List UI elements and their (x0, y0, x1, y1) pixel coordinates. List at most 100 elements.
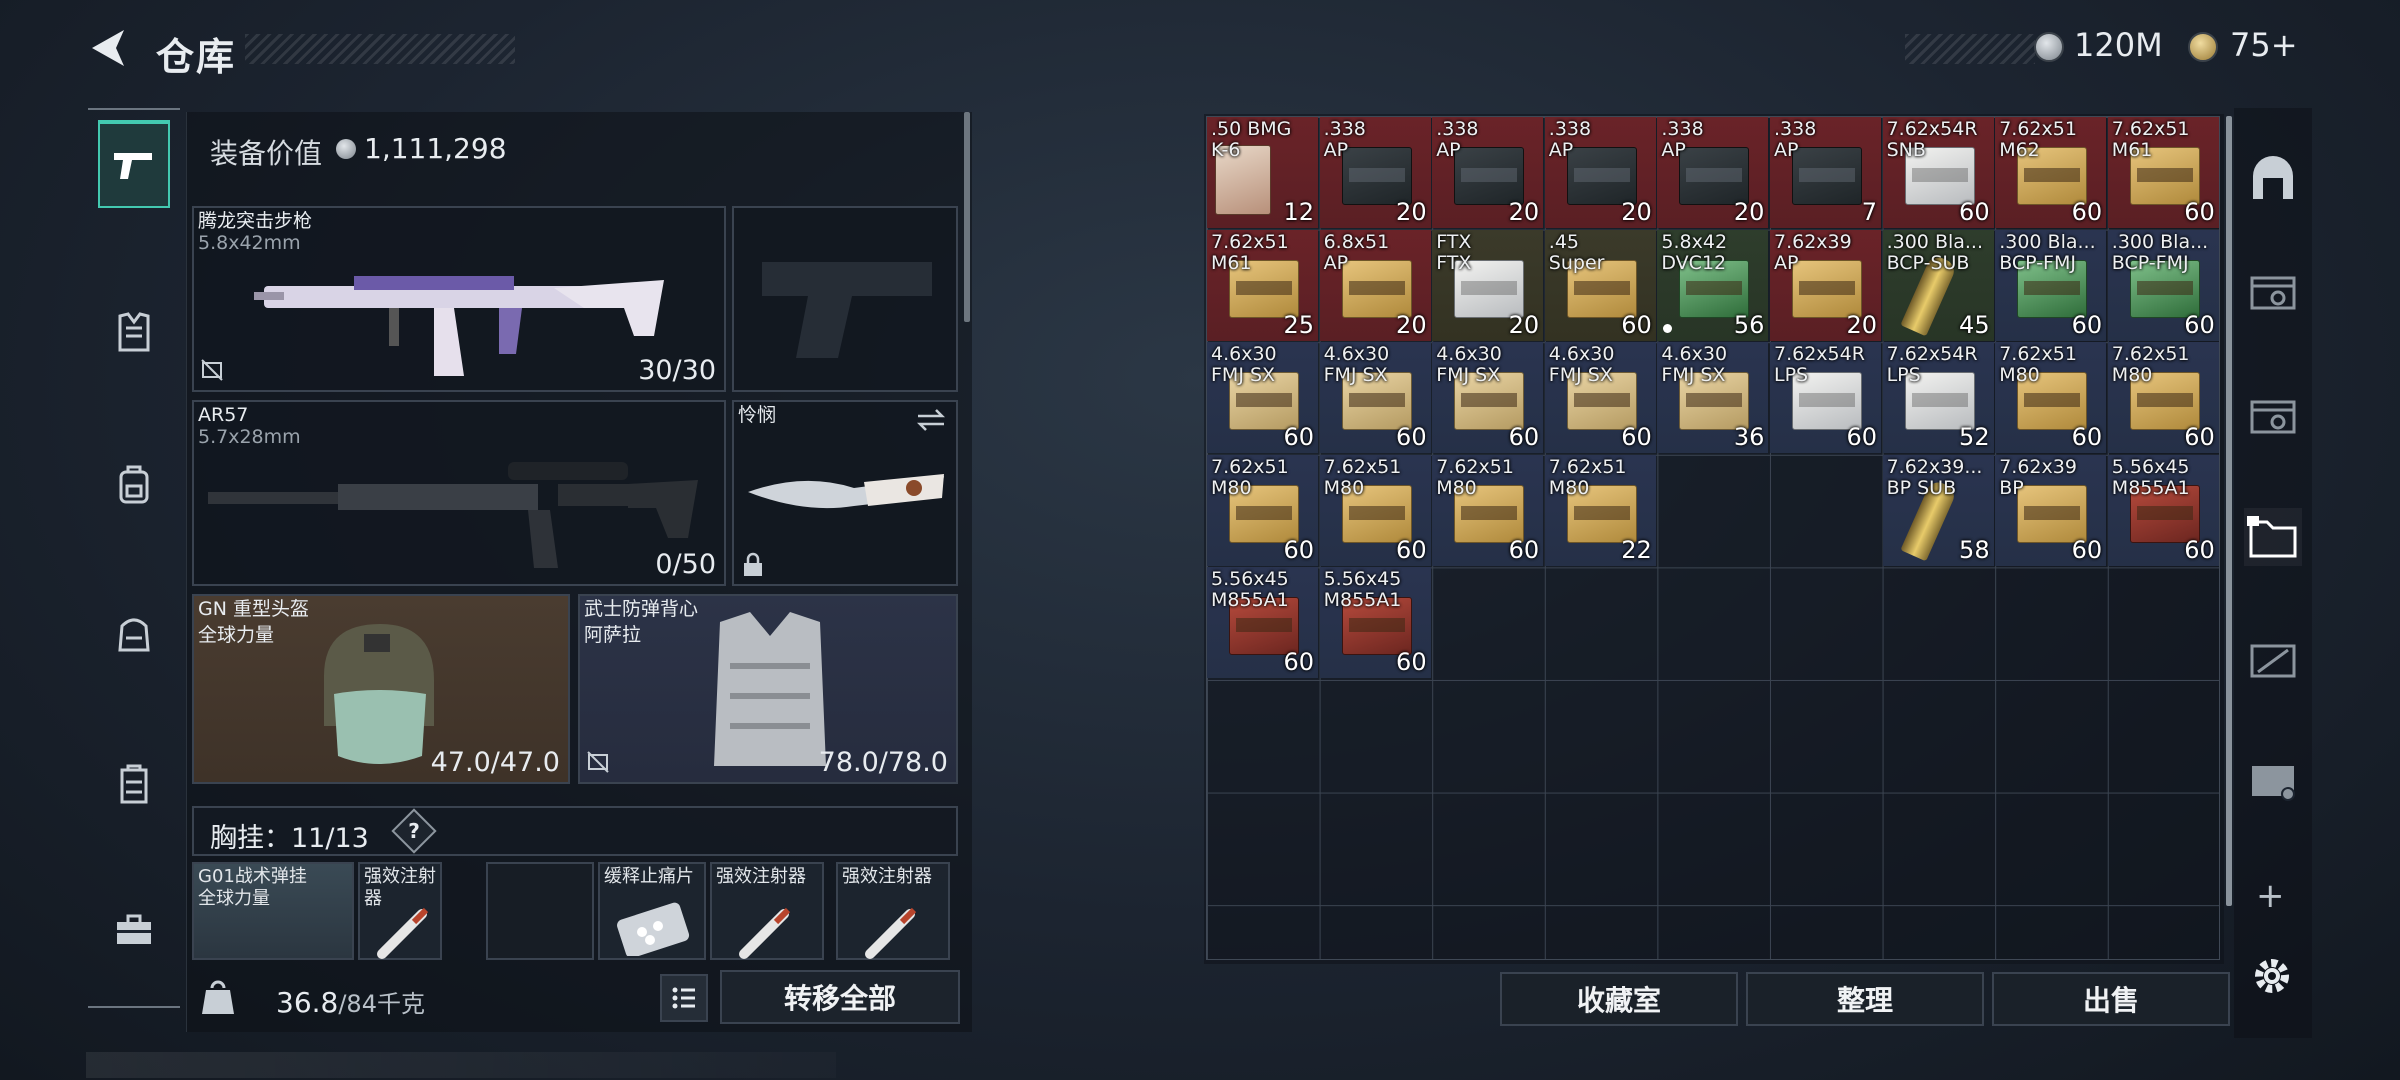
storage-tab-2[interactable] (2244, 386, 2302, 444)
sidebar-tab-weapons[interactable] (98, 120, 170, 208)
sidebar-tab-rig[interactable] (98, 740, 170, 828)
inventory-item-ammo[interactable]: 7.62x39 BP 60 (1995, 454, 2107, 566)
body-armor-slot[interactable]: 武士防弹背心 阿萨拉 78.0/78.0 (578, 594, 958, 784)
inventory-item-ammo[interactable]: .300 Bla... BCP-FMJ 60 (2107, 229, 2219, 341)
inventory-item-ammo[interactable]: .45 Super 60 (1544, 229, 1656, 341)
inventory-item-ammo[interactable]: 7.62x51 M61 25 (1207, 229, 1318, 341)
add-storage-button[interactable]: + (2256, 876, 2285, 916)
inventory-item-ammo[interactable]: .338 AP 20 (1319, 117, 1431, 228)
list-view-button[interactable] (660, 974, 708, 1022)
inventory-item-ammo[interactable]: .338 AP 20 (1544, 117, 1656, 228)
ammo-caliber: 7.62x54R (1774, 343, 1865, 366)
ammo-type: BCP-SUB (1886, 251, 1970, 274)
inventory-item-ammo[interactable]: 7.62x54R LPS 52 (1882, 342, 1994, 454)
inventory-item-ammo[interactable]: 4.6x30 FMJ SX 60 (1544, 342, 1656, 454)
inventory-item-ammo[interactable]: 6.8x51 AP 20 (1319, 229, 1431, 341)
chest-rig-item-slot[interactable]: 强效注射器 (836, 862, 950, 960)
ammo-name: .300 Bla... BCP-FMJ (1999, 231, 2095, 274)
weapon-name: 腾龙突击步枪 (198, 210, 313, 232)
ammo-caliber: 7.62x39... (1886, 455, 1983, 478)
ammo-box-label-stripe (1911, 393, 1968, 408)
inventory-item-ammo[interactable]: .50 BMG K-6 12 (1207, 117, 1318, 228)
currency-decoration (1905, 34, 2035, 64)
storage-tab-overview[interactable] (2244, 150, 2302, 208)
inventory-item-ammo[interactable]: 7.62x54R SNB 60 (1882, 117, 1994, 228)
collection-room-button[interactable]: 收藏室 (1500, 972, 1738, 1026)
inventory-item-ammo[interactable]: 4.6x30 FMJ SX 36 (1657, 342, 1769, 454)
inventory-item-ammo[interactable]: 5.8x42 DVC12 56 (1657, 229, 1769, 341)
ammo-name: .50 BMG K-6 (1211, 119, 1291, 161)
item-faction: 全球力量 (198, 888, 270, 909)
ammo-name: 5.56x45 M855A1 (1324, 569, 1402, 611)
inventory-item-ammo[interactable]: 7.62x51 M80 60 (1432, 454, 1544, 566)
sidebar-tab-backpack[interactable] (98, 440, 170, 528)
chest-rig-item-slot[interactable]: 强效注射器 (358, 862, 442, 960)
ammo-box-label-stripe (1236, 618, 1292, 633)
chest-rig-item-slot[interactable]: 缓释止痛片 (598, 862, 706, 960)
primary-weapon-slot[interactable]: 腾龙突击步枪 5.8x42mm 30/30 (192, 206, 726, 392)
equipment-scrollbar[interactable] (964, 112, 970, 322)
sidebar-tab-bag[interactable] (98, 588, 170, 676)
help-label: ? (408, 819, 420, 843)
ammo-box-label-stripe (1799, 393, 1855, 408)
ammo-name: FTX FTX (1436, 231, 1471, 274)
storage-tab-3-active[interactable] (2244, 508, 2302, 566)
ammo-box-label-stripe (1461, 393, 1518, 408)
back-arrow-icon[interactable] (84, 26, 136, 70)
inventory-item-ammo[interactable]: 7.62x51 M80 60 (1995, 342, 2107, 454)
inventory-item-ammo[interactable]: .338 AP 20 (1657, 117, 1769, 228)
inventory-item-ammo[interactable]: 7.62x51 M62 60 (1995, 117, 2107, 228)
inventory-item-ammo[interactable]: .338 AP 7 (1770, 117, 1881, 228)
inventory-item-ammo[interactable]: 7.62x39 AP 20 (1770, 229, 1881, 341)
ammo-caliber: .338 (1661, 118, 1704, 140)
ammo-name: 7.62x54R SNB (1887, 119, 1978, 161)
inventory-item-ammo[interactable]: 7.62x39... BP SUB 58 (1882, 454, 1994, 566)
inventory-item-ammo[interactable]: 7.62x51 M80 60 (2107, 342, 2219, 454)
inventory-item-ammo[interactable]: 4.6x30 FMJ SX 60 (1432, 342, 1544, 454)
ammo-box-label-stripe (1236, 393, 1292, 408)
ammo-box-label-stripe (1799, 280, 1855, 295)
inventory-item-ammo[interactable]: 7.62x51 M80 22 (1544, 454, 1656, 566)
storage-tab-4[interactable] (2244, 630, 2302, 688)
inventory-item-ammo[interactable]: .300 Bla... BCP-SUB 45 (1882, 229, 1994, 341)
inventory-item-ammo[interactable]: 5.56x45 M855A1 60 (1319, 567, 1431, 679)
inventory-item-ammo[interactable]: 4.6x30 FMJ SX 60 (1207, 342, 1318, 454)
ammo-type: AP (1548, 139, 1574, 161)
sell-button[interactable]: 出售 (1992, 972, 2230, 1026)
inventory-item-ammo[interactable]: 5.56x45 M855A1 60 (2107, 454, 2219, 566)
inventory-item-ammo[interactable]: 7.62x51 M80 60 (1319, 454, 1431, 566)
ammo-type: LPS (1774, 364, 1809, 387)
ammo-name: 7.62x51 M80 (1549, 456, 1627, 499)
inventory-item-ammo[interactable]: 5.56x45 M855A1 60 (1207, 567, 1318, 679)
ammo-quantity: 60 (1283, 648, 1314, 677)
sort-button[interactable]: 整理 (1746, 972, 1984, 1026)
helmet-slot[interactable]: GN 重型头盔 全球力量 47.0/47.0 (192, 594, 570, 784)
melee-slot[interactable]: 怜悯 (732, 400, 958, 586)
chest-rig-item-slot[interactable]: 强效注射器 (710, 862, 824, 960)
inventory-item-ammo[interactable]: .300 Bla... BCP-FMJ 60 (1995, 229, 2107, 341)
gold-currency-amount[interactable]: 75+ (2230, 26, 2298, 64)
inventory-item-ammo[interactable]: 7.62x51 M80 60 (1207, 454, 1318, 566)
transfer-all-button[interactable]: 转移全部 (720, 970, 960, 1024)
inventory-item-ammo[interactable]: 4.6x30 FMJ SX 60 (1319, 342, 1431, 454)
inventory-item-ammo[interactable]: FTX FTX 20 (1432, 229, 1544, 341)
secondary-weapon-slot[interactable]: AR57 5.7x28mm 0/50 (192, 400, 726, 586)
ammo-caliber: .338 (1774, 118, 1817, 140)
sidebar-tab-armor[interactable] (98, 288, 170, 376)
chest-rig-item-slot[interactable] (486, 862, 594, 960)
inventory-item-ammo[interactable]: 7.62x54R LPS 60 (1770, 342, 1881, 454)
storage-tab-1[interactable] (2244, 262, 2302, 320)
gear-icon[interactable] (2250, 954, 2294, 998)
swap-icon[interactable] (916, 408, 946, 432)
storage-tab-5[interactable] (2244, 750, 2302, 808)
sidearm-slot-empty[interactable] (732, 206, 958, 392)
sidebar-tab-toolbox[interactable] (98, 886, 170, 974)
inventory-scrollbar[interactable] (2226, 116, 2232, 906)
ammo-name: 7.62x51 M61 (2112, 119, 2190, 161)
ammo-type: M855A1 (1323, 589, 1402, 612)
ammo-box-label-stripe (2136, 168, 2193, 182)
chest-rig-item-slot[interactable]: G01战术弹挂 全球力量 (192, 862, 354, 960)
ammo-name: .338 AP (1774, 119, 1816, 161)
inventory-item-ammo[interactable]: 7.62x51 M61 60 (2107, 117, 2219, 228)
inventory-item-ammo[interactable]: .338 AP 20 (1432, 117, 1544, 228)
